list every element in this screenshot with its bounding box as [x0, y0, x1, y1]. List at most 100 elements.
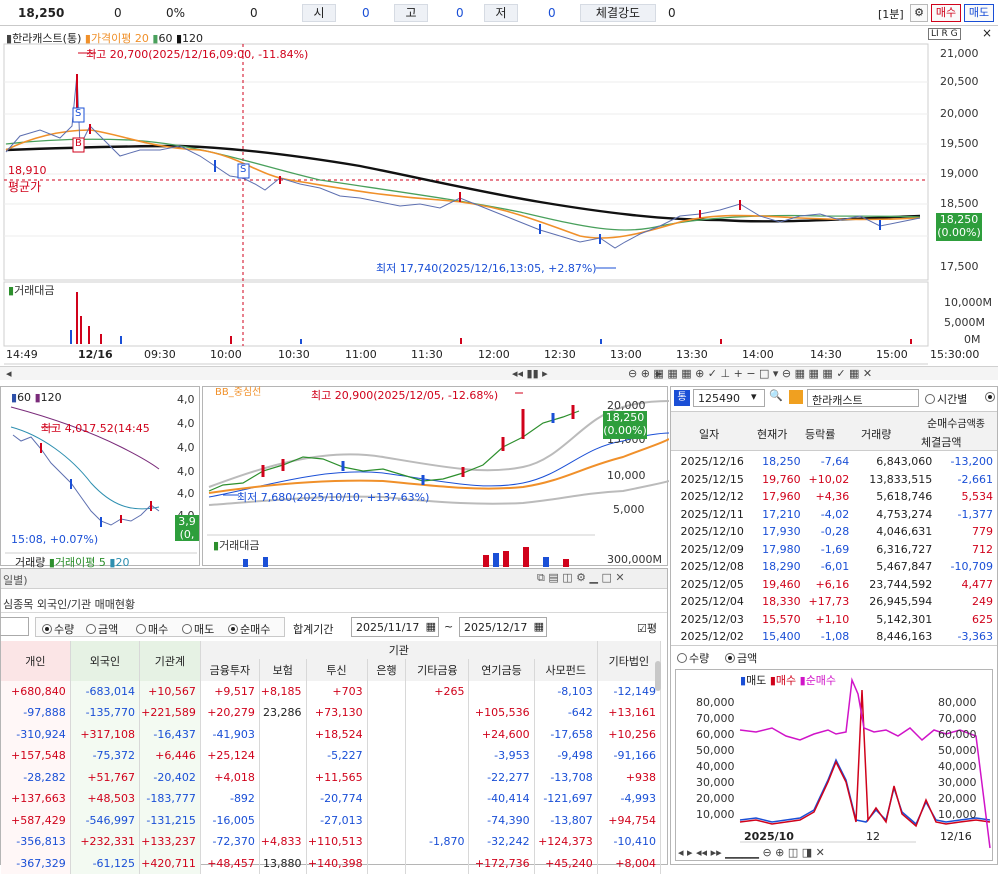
interval-selector[interactable]: [1분] [878, 6, 904, 22]
daily-y-tick: 5,000 [613, 503, 645, 516]
radio-qty[interactable]: 수량 [42, 621, 74, 637]
table-row[interactable]: +680,840-683,014+10,567+9,517+8,185+703+… [1, 681, 661, 703]
intraday-chart-svg [0, 26, 998, 386]
col-price[interactable]: 현재가 [757, 426, 787, 442]
radio-buy[interactable]: 매수 [136, 621, 168, 637]
table-row[interactable]: 2025/12/0418,330+17,7326,945,594249 [671, 593, 997, 611]
col-date[interactable]: 일자 [699, 426, 719, 442]
table-cell: 2025/12/12 [671, 488, 748, 506]
col-header[interactable]: 투신 [306, 659, 367, 681]
table-row[interactable]: 2025/12/1618,250-7,646,843,060-13,200 [671, 453, 997, 471]
col-header[interactable]: 개인 [1, 641, 70, 681]
table-cell [259, 788, 306, 810]
window-tool-icons[interactable]: ⧉ ▤ ◫ ⚙ ▁ □ ✕ [537, 571, 625, 585]
table-cell: +51,767 [70, 767, 139, 789]
table-cell: +587,429 [1, 810, 70, 832]
table-row[interactable]: -28,282+51,767-20,402+4,018+11,565-22,27… [1, 767, 661, 789]
radio-daily[interactable] [985, 391, 997, 404]
daily-y-tick: 10,000 [607, 469, 646, 482]
search-icon[interactable]: 🔍 [769, 389, 783, 402]
col-rate[interactable]: 등락률 [805, 426, 835, 442]
table-cell [406, 810, 469, 832]
x-tick: 14:49 [6, 348, 38, 361]
sell-signal-marker-2[interactable]: S [240, 164, 246, 175]
col-header[interactable]: 외국인 [70, 641, 139, 681]
col-header[interactable]: 기타금융 [406, 659, 469, 681]
col-exec[interactable]: 체결금액 [921, 434, 961, 450]
flow-y-tick: 30,000 [696, 776, 735, 789]
daily-table: 2025/12/1618,250-7,646,843,060-13,200202… [671, 453, 997, 646]
table-row[interactable]: 2025/12/0519,460+6,1623,744,5924,477 [671, 576, 997, 594]
col-volume[interactable]: 거래량 [861, 426, 891, 442]
table-scrollbar[interactable] [655, 661, 661, 691]
table-row[interactable]: -97,888-135,770+221,589+20,27923,286+73,… [1, 702, 661, 724]
table-row[interactable]: 2025/12/0818,290-6,015,467,847-10,709 [671, 558, 997, 576]
table-row[interactable]: 2025/12/0917,980-1,696,316,727712 [671, 541, 997, 559]
col-header[interactable]: 사모펀드 [534, 659, 597, 681]
sell-signal-marker[interactable]: S [75, 108, 81, 119]
table-row[interactable]: -310,924+317,108-16,437-41,903+18,524+24… [1, 724, 661, 746]
table-cell: +232,331 [70, 831, 139, 853]
buy-button[interactable]: 매수 [931, 4, 961, 22]
gear-icon[interactable]: ⚙ [910, 4, 928, 22]
table-row[interactable]: -356,813+232,331+133,237-72,370+4,833+11… [1, 831, 661, 853]
table-row[interactable]: 2025/12/1519,760+10,0213,833,515-2,661 [671, 471, 997, 489]
col-header[interactable]: 은행 [367, 659, 406, 681]
table-cell [367, 831, 406, 853]
table-cell: 2025/12/10 [671, 523, 748, 541]
table-cell: +10,567 [140, 681, 201, 703]
flow-y-tick-right: 30,000 [938, 776, 977, 789]
col-header[interactable]: 보험 [259, 659, 306, 681]
table-cell: +420,711 [140, 853, 201, 874]
table-row[interactable]: 2025/12/1017,930-0,284,046,631779 [671, 523, 997, 541]
dropdown-icon[interactable]: ▾ [751, 390, 757, 403]
table-row[interactable]: +137,663+48,503-183,777-892-20,774-40,41… [1, 788, 661, 810]
window-titlebar: 일별) ⧉ ▤ ◫ ⚙ ▁ □ ✕ [1, 569, 667, 589]
date-to-input[interactable]: 2025/12/17▦ [459, 617, 547, 637]
table-cell: +137,663 [1, 788, 70, 810]
scroll-left-icon[interactable]: ◂ [6, 367, 12, 380]
buy-signal-marker[interactable]: B [75, 138, 82, 149]
table-cell: -97,888 [1, 702, 70, 724]
col-header[interactable]: 기관계 [140, 641, 201, 681]
table-row[interactable]: 2025/12/1117,210-4,024,753,274-1,377 [671, 506, 997, 524]
table-cell: -683,014 [70, 681, 139, 703]
zoom-icons[interactable]: ⊖ ⊕ ▦ ▦ ▦ ⊕ ✓ ⊥ + − □ ▾ ⊖ ▦ ▦ ▦ ✓ ▦ ✕ [628, 367, 872, 380]
mini-y-tick: 4,0 [177, 393, 195, 406]
flow-toolbar[interactable]: ◂ ▸ ◂◂ ▸▸ ▁▁▁▁ ⊖ ⊕ ◫ ◨ ✕ [678, 846, 825, 859]
code-input-stub[interactable] [0, 617, 29, 636]
radio-net[interactable]: 순매수 [228, 621, 270, 637]
table-row[interactable]: +157,548-75,372+6,446+25,124-5,227-3,953… [1, 745, 661, 767]
radio-amount[interactable]: 금액 [725, 650, 757, 666]
daily-chart-panel: BB_중심선 최고 20,900(2025/12/05, -12.68%) 최저… [202, 386, 668, 566]
col-net[interactable]: 순매수금액종 [927, 415, 985, 431]
col-header[interactable]: 기타법인 [597, 641, 660, 681]
table-cell: -75,372 [70, 745, 139, 767]
table-cell: 8,446,163 [853, 628, 936, 646]
date-from-input[interactable]: 2025/11/17▦ [351, 617, 439, 637]
col-header[interactable]: 연기금등 [469, 659, 534, 681]
radio-qty[interactable]: 수량 [677, 650, 709, 666]
radio-time[interactable]: 시간별 [925, 391, 967, 407]
radio-sell[interactable]: 매도 [182, 621, 214, 637]
table-row[interactable]: 2025/12/0315,570+1,105,142,301625 [671, 611, 997, 629]
table-cell: -91,166 [597, 745, 660, 767]
sell-button[interactable]: 매도 [964, 4, 994, 22]
flow-y-tick-right: 80,000 [938, 696, 977, 709]
sub-tab-label[interactable]: 심종목 외국인/기관 매매현황 [3, 596, 135, 612]
play-controls-icon[interactable]: ◂◂ ▮▮ ▸ [512, 367, 548, 380]
radio-amount[interactable]: 금액 [86, 621, 118, 637]
table-row[interactable]: 2025/12/0215,400-1,088,446,163-3,363 [671, 628, 997, 646]
table-row[interactable]: +587,429-546,997-131,215-16,005-27,013-7… [1, 810, 661, 832]
table-cell [406, 788, 469, 810]
table-cell: -0,28 [805, 523, 854, 541]
flow-y-tick-right: 70,000 [938, 712, 977, 725]
daily-vol-title-text: 거래대금 [219, 539, 259, 552]
favorite-icon[interactable] [789, 390, 803, 404]
flow-y-tick: 50,000 [696, 744, 735, 757]
daily-last-pct: (0.00%) [603, 424, 647, 437]
table-row[interactable]: -367,329-61,125+420,711+48,45713,880+140… [1, 853, 661, 874]
col-header[interactable]: 금융투자 [200, 659, 259, 681]
table-row[interactable]: 2025/12/1217,960+4,365,618,7465,534 [671, 488, 997, 506]
avg-checkbox[interactable]: ☑평 [637, 620, 657, 636]
